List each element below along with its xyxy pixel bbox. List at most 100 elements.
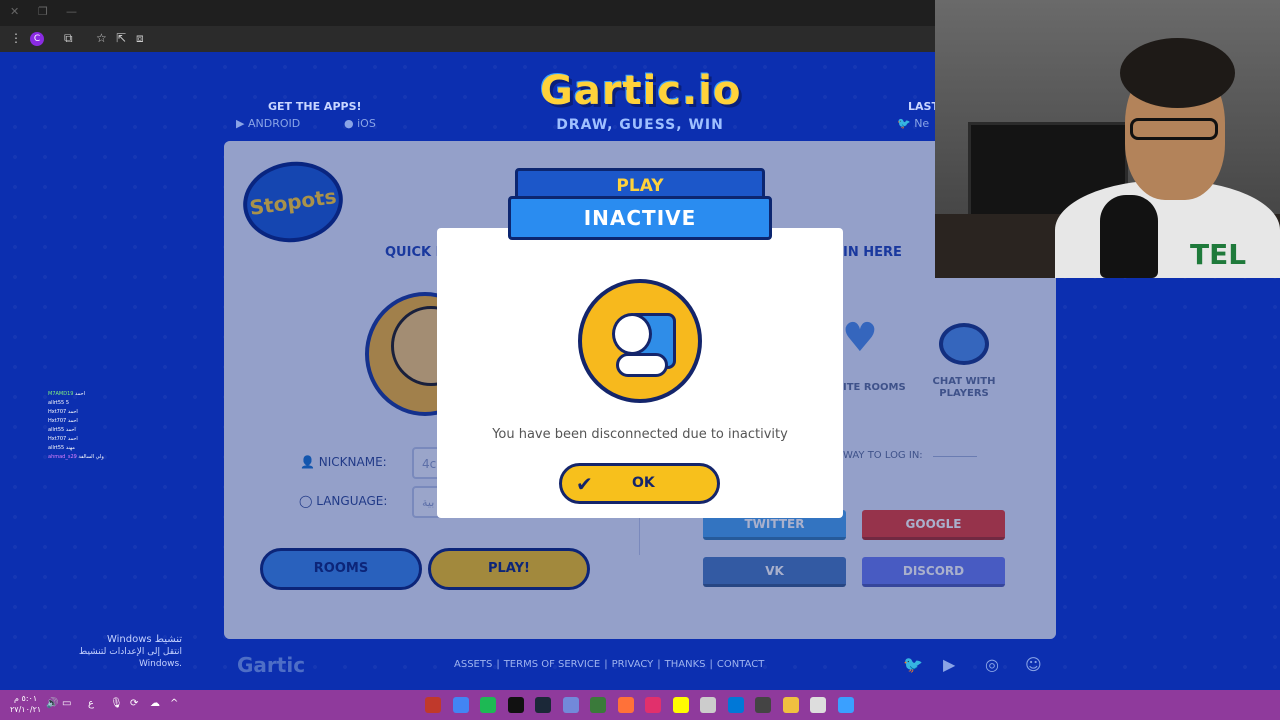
close-window-icon[interactable]: ✕ <box>10 5 19 18</box>
taskbar-app-icon[interactable] <box>755 697 771 713</box>
last-news-text: Ne <box>914 117 930 130</box>
stream-chat-overlay: M7AMD19 احمد allrt55 5 Hxt707 احمد Hxt707 ا… <box>48 390 104 462</box>
chat-text: ولي السالفة <box>76 454 104 460</box>
footer-link-assets[interactable]: ASSETS <box>454 659 492 670</box>
tagline: DRAW, GUESS, WIN <box>556 117 724 133</box>
network-icon[interactable]: ▭ <box>62 698 71 709</box>
footer-separator: | <box>604 659 608 670</box>
volume-icon[interactable]: 🔊 <box>46 698 58 709</box>
footer-link-contact[interactable]: CONTACT <box>717 659 764 670</box>
ok-button[interactable]: ✔ OK <box>559 463 720 504</box>
sleeping-person-icon <box>578 279 702 403</box>
taskbar-app-icon[interactable] <box>672 697 689 713</box>
chat-text: احمد <box>66 409 78 415</box>
footer-separator: | <box>496 659 500 670</box>
taskbar-clock[interactable]: ٥:٠١ م ٢٧/١٠/٢١ <box>10 693 41 715</box>
taskbar-app-icon[interactable] <box>480 697 496 713</box>
check-icon: ✔ <box>576 472 593 496</box>
head-shape <box>612 313 652 355</box>
ios-label: iOS <box>357 117 376 130</box>
shirt-logo: TEL <box>1190 238 1247 271</box>
taskbar-app-icon[interactable] <box>562 697 579 713</box>
taskbar-app-icon[interactable] <box>535 697 551 713</box>
taskbar-app-icon[interactable] <box>782 697 799 713</box>
install-app-icon[interactable]: ⧈ <box>136 31 144 46</box>
mic-tray-icon[interactable]: 🎙 <box>110 698 123 709</box>
chat-username: allrt55 <box>48 445 65 451</box>
chat-text: احمد <box>64 427 76 433</box>
sync-tray-icon[interactable]: ⟳ <box>130 698 138 709</box>
chat-username: allrt55 <box>48 427 65 433</box>
instagram-icon[interactable]: ◎ <box>985 655 999 674</box>
get-apps-title: GET THE APPS! <box>268 100 362 113</box>
taskbar-app-icon[interactable] <box>617 697 634 713</box>
windows-activation-watermark: Windows تنشيط انتقل إلى الإعدادات لتنشيط… <box>60 634 182 670</box>
taskbar-app-icon[interactable] <box>507 697 524 713</box>
modal-message: You have been disconnected due to inacti… <box>492 427 788 442</box>
chat-line: M7AMD19 احمد <box>48 390 104 399</box>
chat-line: Hxt707 احمد <box>48 435 104 444</box>
chat-line: Hxt707 احمد <box>48 417 104 426</box>
chat-line: Hxt707 احمد <box>48 408 104 417</box>
taskbar-app-icon[interactable] <box>700 697 716 713</box>
taskbar-app-icon[interactable] <box>837 697 854 713</box>
twitter-icon: 🐦 <box>897 117 911 130</box>
share-icon[interactable]: ⇱ <box>116 31 126 45</box>
clock-time: ٥:٠١ م <box>14 694 38 703</box>
microphone <box>1100 195 1158 278</box>
footer-link-terms[interactable]: TERMS OF SERVICE <box>504 659 601 670</box>
chat-text: مهند <box>64 445 75 451</box>
chat-username: Hxt707 <box>48 418 67 424</box>
webcam-glasses <box>1130 118 1218 140</box>
youtube-icon[interactable]: ▶ <box>943 655 955 674</box>
cloud-tray-icon[interactable]: ☁ <box>150 698 160 709</box>
taskbar-app-icon[interactable] <box>727 697 744 713</box>
chat-line: ahmad_s29 ولي السالفة <box>48 453 104 462</box>
discord-icon[interactable]: ☺ <box>1025 655 1042 674</box>
android-link[interactable]: ▶ ANDROID <box>236 117 300 130</box>
menu-icon[interactable]: ⋮ <box>10 31 22 45</box>
chat-line: allrt55 5 <box>48 399 104 408</box>
body-shape <box>616 353 668 377</box>
minimize-window-icon[interactable]: — <box>66 5 77 18</box>
taskbar-app-icon[interactable] <box>452 697 469 713</box>
restore-window-icon[interactable]: ❐ <box>38 5 48 18</box>
last-news-link[interactable]: 🐦 Ne <box>897 117 929 130</box>
chat-line: allrt55 مهند <box>48 444 104 453</box>
chat-username: Hxt707 <box>48 409 67 415</box>
modal-banner-title: INACTIVE <box>508 196 772 240</box>
footer-separator: | <box>709 659 713 670</box>
ios-link[interactable]: ● iOS <box>344 117 376 130</box>
taskbar-app-icon[interactable] <box>590 697 606 713</box>
clock-date: ٢٧/١٠/٢١ <box>10 705 42 714</box>
twitter-icon[interactable]: 🐦 <box>903 655 923 674</box>
footer-separator: | <box>657 659 661 670</box>
chat-text: احمد <box>66 418 78 424</box>
chat-text: احمد <box>73 391 86 397</box>
bookmark-star-icon[interactable]: ☆ <box>96 31 107 45</box>
footer-links: ASSETS | TERMS OF SERVICE | PRIVACY | THANKS | C… <box>454 659 768 670</box>
taskbar-app-icon[interactable] <box>810 697 826 713</box>
android-icon: ▶ <box>236 117 245 130</box>
extension-icon[interactable]: C <box>30 32 44 46</box>
chevron-up-icon[interactable]: ^ <box>170 698 178 709</box>
chat-username: ahmad_s29 <box>48 454 77 460</box>
chat-username: Hxt707 <box>48 436 67 442</box>
webcam-hair <box>1120 38 1235 108</box>
footer-link-privacy[interactable]: PRIVACY <box>612 659 654 670</box>
chat-username: M7AMD19 <box>48 391 74 397</box>
watermark-line2: انتقل إلى الإعدادات لتنشيط Windows. <box>78 647 182 669</box>
chat-text: 5 <box>64 400 70 406</box>
gartic-logo[interactable]: Gartic.io <box>540 68 740 114</box>
taskbar-app-icon[interactable] <box>425 697 441 713</box>
extensions-puzzle-icon[interactable]: ⧉ <box>64 31 73 46</box>
footer-link-thanks[interactable]: THANKS <box>665 659 706 670</box>
chat-text: احمد <box>66 436 78 442</box>
chat-username: allrt55 <box>48 400 65 406</box>
apple-icon: ● <box>344 117 354 130</box>
taskbar-app-icon[interactable] <box>645 697 661 713</box>
footer-logo[interactable]: Gartic <box>237 653 305 677</box>
android-label: ANDROID <box>247 117 301 130</box>
input-language[interactable]: ع <box>88 698 94 709</box>
taskbar: ٥:٠١ م ٢٧/١٠/٢١ 🔊 ▭ ع 🎙 ⟳ ☁ ^ <box>0 690 1280 720</box>
